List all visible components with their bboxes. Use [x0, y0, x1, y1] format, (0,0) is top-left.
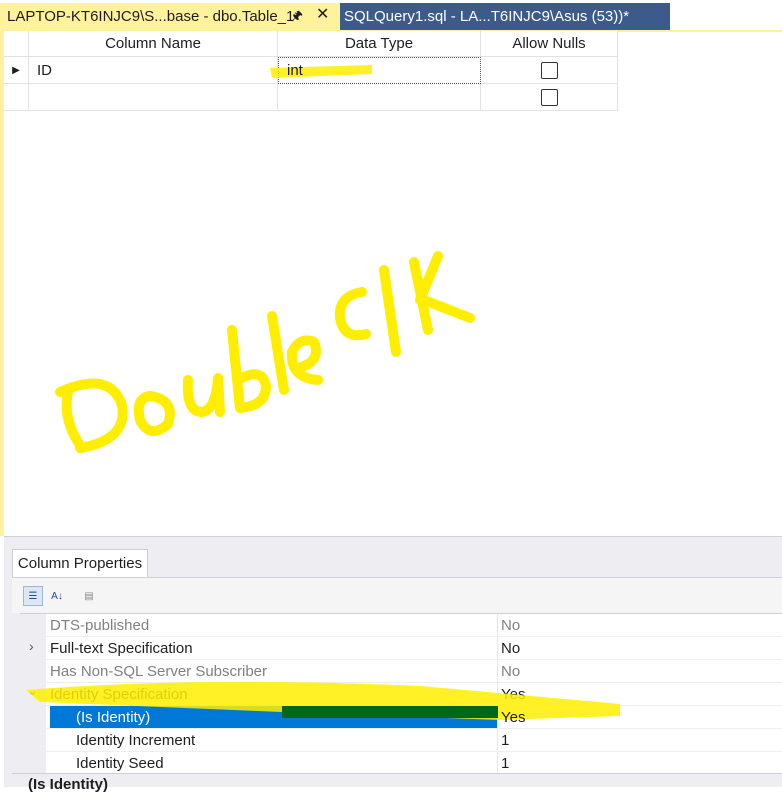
property-row[interactable]: › Full-text Specification No — [20, 637, 782, 660]
alphabetical-sort-icon[interactable]: A↓ — [47, 586, 67, 606]
property-row[interactable]: Identity Increment 1 — [20, 729, 782, 752]
data-type-cell[interactable]: int — [278, 57, 481, 84]
categorized-sort-icon[interactable]: ☰ — [23, 586, 43, 606]
row-selector-header[interactable] — [4, 31, 29, 57]
property-name: Has Non-SQL Server Subscriber — [50, 663, 268, 680]
property-value: Yes — [501, 686, 526, 703]
property-name: (Is Identity) — [76, 709, 151, 726]
property-description-bar: (Is Identity) — [12, 773, 782, 793]
current-row-arrow-icon: ▶ — [12, 64, 20, 76]
tab-table-designer[interactable]: LAPTOP-KT6INJC9\S...base - dbo.Table_1* … — [0, 3, 340, 30]
tab-sql-query[interactable]: SQLQuery1.sql - LA...T6INJC9\Asus (53))* — [340, 3, 670, 30]
row-selector[interactable] — [4, 84, 29, 111]
allow-nulls-cell[interactable] — [481, 57, 618, 84]
property-description-title: (Is Identity) — [28, 776, 109, 793]
property-value: No — [501, 617, 521, 634]
property-name: Identity Seed — [76, 755, 164, 772]
property-value: Yes — [501, 709, 526, 726]
allow-nulls-header[interactable]: Allow Nulls — [481, 31, 618, 57]
property-value: 1 — [501, 732, 510, 749]
data-type-value: int — [287, 62, 303, 79]
property-value: No — [501, 640, 521, 657]
property-name: Full-text Specification — [50, 640, 193, 657]
tab-sql-query-label: SQLQuery1.sql - LA...T6INJC9\Asus (53))* — [344, 8, 630, 25]
property-row[interactable]: Has Non-SQL Server Subscriber No — [20, 660, 782, 683]
allow-nulls-cell[interactable] — [481, 84, 618, 111]
close-icon[interactable]: ✕ — [316, 4, 329, 24]
property-row[interactable]: Identity Seed 1 — [20, 752, 782, 773]
properties-toolbar: ☰ A↓ ▤ — [12, 577, 782, 613]
allow-nulls-checkbox[interactable] — [540, 61, 558, 79]
property-row-selected[interactable]: (Is Identity) Yes — [20, 706, 782, 729]
row-selector[interactable]: ▶ — [4, 57, 29, 84]
collapse-chevron-down-icon[interactable]: ⌄ — [27, 683, 38, 699]
column-name-cell[interactable]: ID — [29, 57, 278, 84]
column-name-cell[interactable] — [29, 84, 278, 111]
allow-nulls-checkbox[interactable] — [540, 88, 558, 106]
property-row[interactable]: DTS-published No — [20, 614, 782, 637]
property-value: No — [501, 663, 521, 680]
data-type-header[interactable]: Data Type — [278, 31, 481, 57]
data-type-cell[interactable] — [278, 84, 481, 111]
property-name: Identity Increment — [76, 732, 196, 749]
expand-chevron-right-icon[interactable]: › — [29, 638, 34, 654]
property-row[interactable]: ⌄ Identity Specification Yes — [20, 683, 782, 706]
pin-icon[interactable]: 🖈 — [291, 7, 303, 29]
properties-grid: DTS-published No › Full-text Specificati… — [20, 613, 782, 773]
property-pages-icon[interactable]: ▤ — [79, 586, 99, 606]
property-name: Identity Specification — [50, 686, 188, 703]
column-name-header[interactable]: Column Name — [29, 31, 278, 57]
tab-table-designer-label: LAPTOP-KT6INJC9\S...base - dbo.Table_1* — [7, 8, 301, 25]
column-properties-tab[interactable]: Column Properties — [12, 549, 148, 577]
property-value: 1 — [501, 755, 510, 772]
property-name: DTS-published — [50, 617, 150, 634]
